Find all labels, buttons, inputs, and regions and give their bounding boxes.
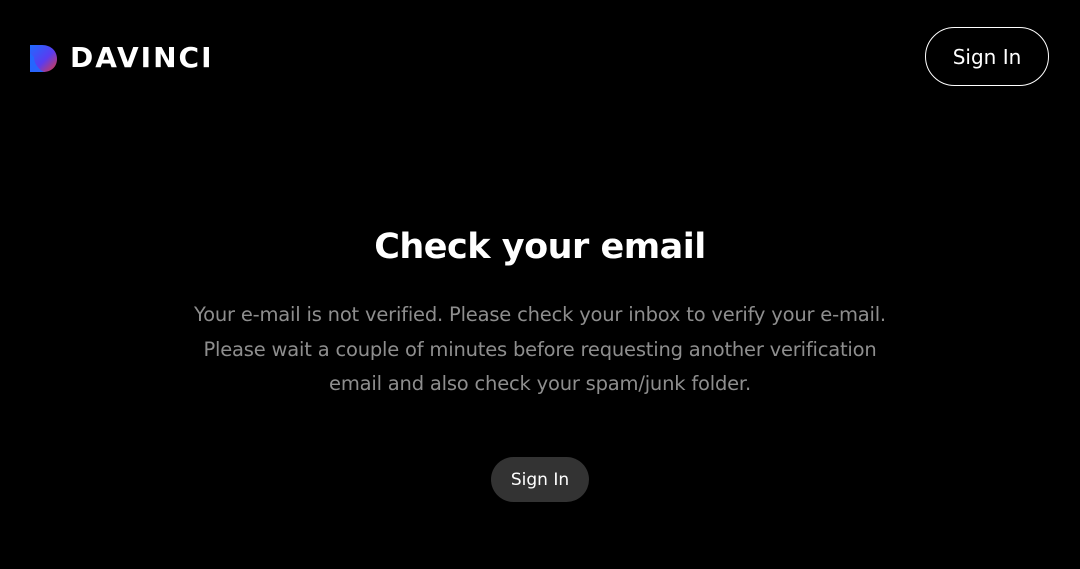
header-sign-in-button[interactable]: Sign In: [925, 27, 1049, 86]
top-header: DAVINCI Sign In: [0, 0, 1080, 115]
brand-name: DAVINCI: [70, 41, 214, 74]
sign-in-button[interactable]: Sign In: [491, 457, 589, 502]
verify-email-page: DAVINCI Sign In Check your email Your e-…: [0, 0, 1080, 569]
brand-logo[interactable]: DAVINCI: [28, 42, 214, 74]
davinci-d-logo-icon: [30, 45, 57, 72]
page-title: Check your email: [374, 227, 706, 267]
verification-message: Your e-mail is not verified. Please chec…: [194, 303, 886, 395]
